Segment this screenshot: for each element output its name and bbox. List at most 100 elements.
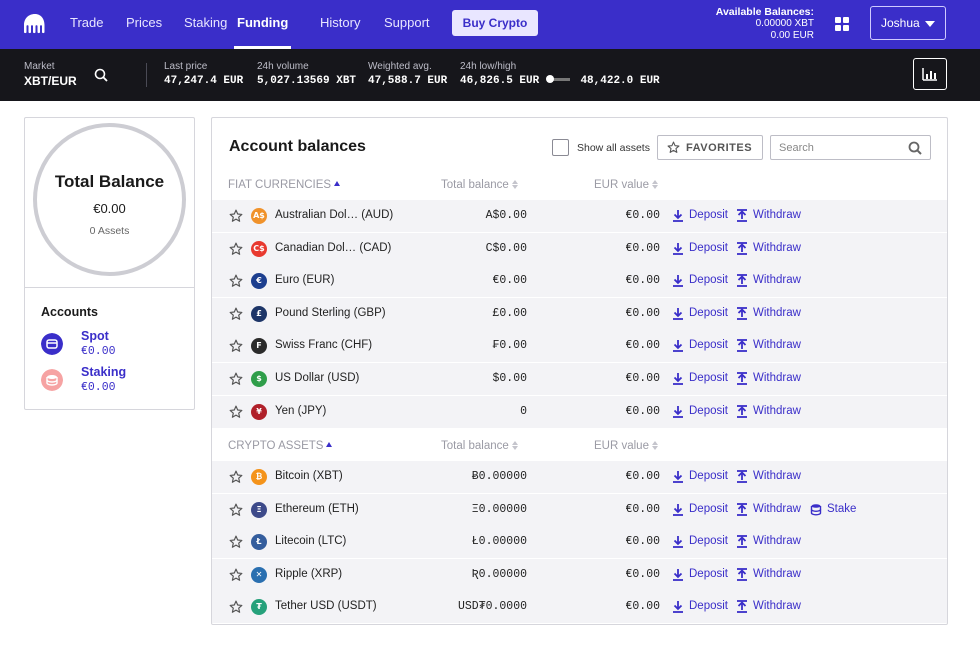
sort-icon: [651, 441, 658, 451]
star-icon[interactable]: [229, 600, 243, 617]
deposit-button[interactable]: Deposit: [672, 502, 728, 516]
account-spot[interactable]: Spot €0.00: [41, 329, 181, 363]
deposit-label: Deposit: [689, 209, 728, 221]
star-icon[interactable]: [229, 470, 243, 487]
market-info-bar: Market XBT/EUR Last price 47,247.4 EUR 2…: [0, 49, 980, 101]
withdraw-button[interactable]: Withdraw: [736, 502, 801, 516]
currency-full-name: Australian Dol…: [275, 209, 359, 221]
deposit-button[interactable]: Deposit: [672, 405, 728, 418]
wavg-label: Weighted avg.: [368, 61, 432, 72]
withdraw-button[interactable]: Withdraw: [736, 339, 801, 353]
nav-prices[interactable]: Prices: [126, 0, 162, 49]
stake-button[interactable]: Stake: [810, 503, 856, 516]
coins-icon: [41, 369, 63, 391]
deposit-button[interactable]: Deposit: [672, 568, 728, 581]
currency-full-name: Swiss Franc: [275, 339, 338, 352]
total-balance-column[interactable]: Total balance: [441, 440, 518, 452]
crypto-title: CRYPTO ASSETS: [228, 440, 324, 452]
total-balance-column[interactable]: Total balance: [441, 179, 518, 191]
chevron-down-icon: [925, 21, 935, 27]
fiat-title-column[interactable]: FIAT CURRENCIES: [228, 179, 341, 191]
nav-funding[interactable]: Funding: [233, 0, 292, 49]
deposit-button[interactable]: Deposit: [672, 339, 728, 353]
account-staking[interactable]: Staking €0.00: [41, 365, 181, 399]
user-name: Joshua: [881, 16, 920, 30]
divider: [146, 63, 147, 87]
star-icon[interactable]: [229, 405, 243, 422]
user-menu-button[interactable]: Joshua: [870, 6, 946, 40]
star-icon[interactable]: [229, 568, 243, 585]
crypto-title-column[interactable]: CRYPTO ASSETS: [228, 440, 333, 452]
grid-icon[interactable]: [834, 16, 850, 32]
eur-value-column[interactable]: EUR value: [594, 440, 658, 452]
nav-staking[interactable]: Staking: [184, 0, 227, 49]
withdraw-button[interactable]: Withdraw: [736, 535, 801, 549]
show-all-assets-checkbox[interactable]: [552, 139, 569, 156]
sort-icon: [511, 441, 518, 451]
search-icon[interactable]: [908, 141, 922, 155]
withdraw-button[interactable]: Withdraw: [736, 470, 801, 483]
eur-value: €0.00: [625, 470, 660, 483]
currency-icon: $: [251, 371, 267, 387]
total-balance-amount: €0.00: [93, 201, 126, 216]
total-balance-value: €0.00: [492, 274, 527, 288]
currency-code: (XRP): [310, 567, 343, 580]
currency-icon: ✕: [251, 566, 267, 583]
currency-icon: ₿: [251, 469, 267, 485]
table-row: ¥ Yen (JPY) 0 €0.00 Deposit Withdraw: [212, 395, 947, 428]
total-balance-value: ₣0.00: [492, 339, 527, 353]
currency-full-name: Yen: [275, 404, 295, 417]
nav-history[interactable]: History: [320, 0, 360, 49]
star-icon[interactable]: [229, 503, 243, 520]
asset-search[interactable]: [770, 135, 931, 160]
eur-value-column[interactable]: EUR value: [594, 179, 658, 191]
star-icon[interactable]: [229, 209, 243, 226]
withdraw-button[interactable]: Withdraw: [736, 405, 801, 418]
eur-value: €0.00: [625, 241, 660, 255]
deposit-button[interactable]: Deposit: [672, 535, 728, 549]
star-icon[interactable]: [229, 372, 243, 389]
divider: [25, 287, 194, 288]
lowhigh-values: 46,826.5 EUR 48,422.0 EUR: [460, 74, 660, 88]
withdraw-button[interactable]: Withdraw: [736, 568, 801, 581]
deposit-button[interactable]: Deposit: [672, 307, 728, 320]
market-label: Market: [24, 61, 55, 72]
deposit-button[interactable]: Deposit: [672, 470, 728, 483]
star-icon[interactable]: [229, 274, 243, 291]
currency-icon: A$: [251, 208, 267, 224]
withdraw-button[interactable]: Withdraw: [736, 209, 801, 222]
total-balance-value: Ʀ0.00000: [471, 567, 527, 581]
withdraw-button[interactable]: Withdraw: [736, 600, 801, 614]
buy-crypto-button[interactable]: Buy Crypto: [452, 10, 538, 36]
search-input[interactable]: [771, 136, 901, 159]
currency-name: Bitcoin (XBT): [275, 470, 343, 482]
withdraw-button[interactable]: Withdraw: [736, 372, 801, 385]
chart-toggle-button[interactable]: [913, 58, 947, 90]
market-selector[interactable]: Market XBT/EUR: [24, 60, 77, 88]
deposit-button[interactable]: Deposit: [672, 274, 728, 288]
last-price-label: Last price: [164, 61, 208, 72]
nav-support[interactable]: Support: [384, 0, 430, 49]
search-icon[interactable]: [94, 68, 108, 82]
deposit-button[interactable]: Deposit: [672, 242, 728, 255]
currency-icon: €: [251, 273, 267, 290]
star-icon[interactable]: [229, 339, 243, 356]
deposit-label: Deposit: [689, 502, 728, 515]
withdraw-button[interactable]: Withdraw: [736, 242, 801, 255]
star-icon[interactable]: [229, 242, 243, 259]
withdraw-label: Withdraw: [753, 502, 801, 515]
nav-trade[interactable]: Trade: [70, 0, 103, 49]
star-icon[interactable]: [229, 535, 243, 552]
deposit-button[interactable]: Deposit: [672, 372, 728, 385]
withdraw-button[interactable]: Withdraw: [736, 274, 801, 288]
favorites-button[interactable]: FAVORITES: [657, 135, 763, 160]
table-row: ✕ Ripple (XRP) Ʀ0.00000 €0.00 Deposit Wi…: [212, 558, 947, 591]
star-icon[interactable]: [229, 307, 243, 324]
currency-name: Pound Sterling (GBP): [275, 307, 386, 319]
lowhigh-label: 24h low/high: [460, 61, 517, 72]
withdraw-button[interactable]: Withdraw: [736, 307, 801, 320]
total-balance-value: 0: [520, 404, 527, 418]
deposit-button[interactable]: Deposit: [672, 600, 728, 614]
kraken-logo-icon[interactable]: [22, 12, 48, 36]
deposit-button[interactable]: Deposit: [672, 209, 728, 222]
